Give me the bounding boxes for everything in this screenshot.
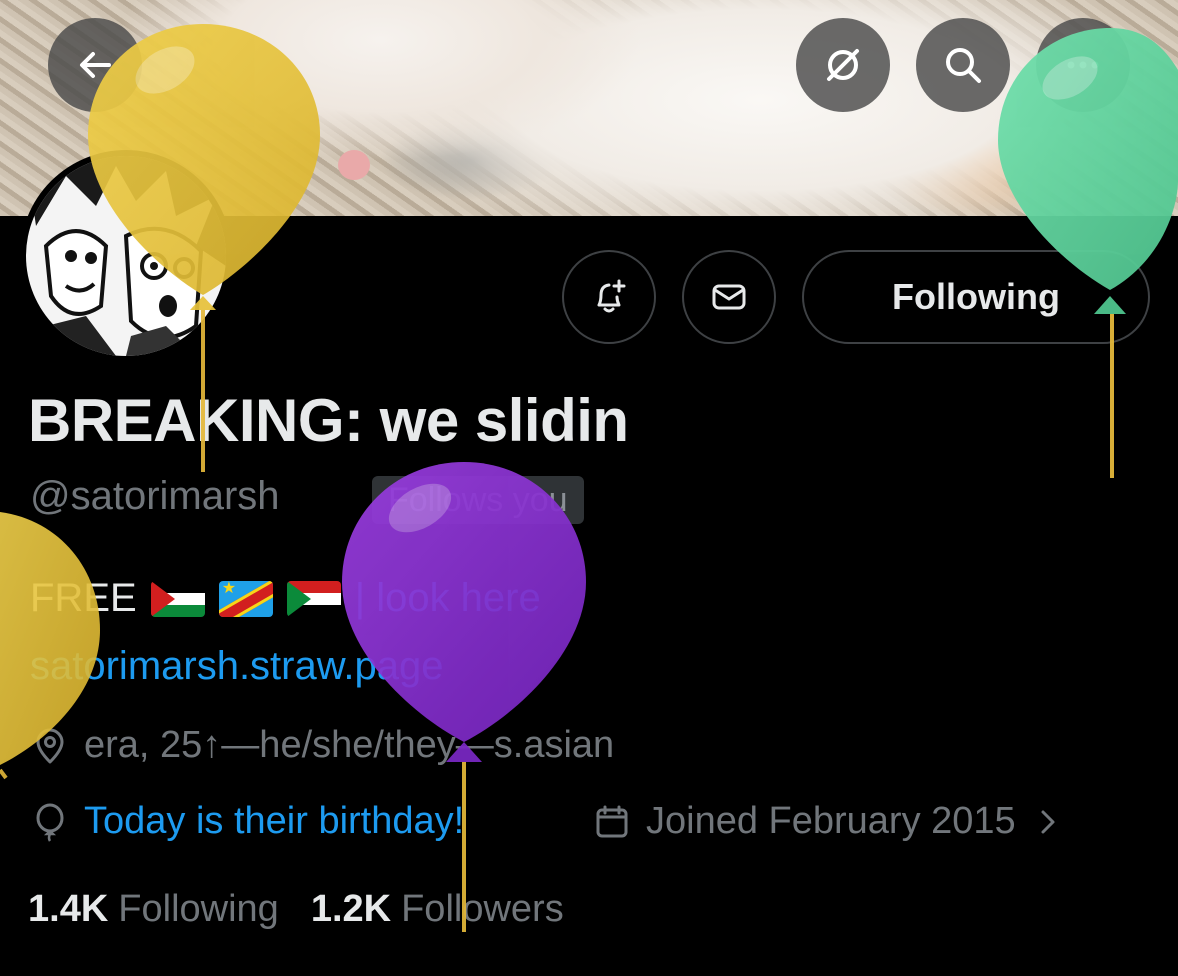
profile-avatar[interactable] xyxy=(20,150,232,362)
message-button[interactable] xyxy=(682,250,776,344)
flag-sudan xyxy=(286,580,341,617)
bell-plus-icon xyxy=(597,279,626,313)
location-pin-icon xyxy=(36,728,64,763)
joined-text: Joined February 2015 xyxy=(646,800,1016,842)
following-count: 1.4K xyxy=(28,888,109,930)
arrow-left-icon xyxy=(80,52,111,78)
location-text: era, 25↑—he/she/they—s.asian xyxy=(84,724,615,766)
balloon-icon xyxy=(36,803,64,842)
joined-row[interactable]: Joined February 2015 xyxy=(592,800,1068,843)
bio-prefix: FREE xyxy=(30,576,137,620)
following-label: Following xyxy=(118,888,279,930)
following-button[interactable]: Following xyxy=(802,250,1150,344)
birthday-text[interactable]: Today is their birthday! xyxy=(84,800,464,843)
handle: @satorimarsh xyxy=(30,474,280,518)
grok-icon xyxy=(827,49,859,81)
banner-cat-nose xyxy=(338,150,370,180)
grok-button[interactable] xyxy=(796,18,890,112)
followers-stat[interactable]: 1.2K Followers xyxy=(311,888,564,931)
bio: FREE | look here xyxy=(30,576,541,621)
birthday-row: Today is their birthday! xyxy=(30,800,464,843)
bio-suffix-link[interactable]: | look here xyxy=(355,576,541,621)
follows-you-badge: Follows you xyxy=(372,476,584,524)
following-stat[interactable]: 1.4K Following xyxy=(28,888,279,931)
website-link[interactable]: satorimarsh.straw.page xyxy=(30,644,444,689)
avatar-manga-illustration xyxy=(26,156,226,356)
more-icon xyxy=(1067,61,1099,69)
balloon-purple xyxy=(342,462,586,932)
more-button[interactable] xyxy=(1036,18,1130,112)
flag-palestine xyxy=(150,580,205,617)
search-icon xyxy=(946,48,981,83)
search-button[interactable] xyxy=(916,18,1010,112)
chevron-right-icon xyxy=(1041,810,1055,833)
notify-button[interactable] xyxy=(562,250,656,344)
display-name: BREAKING: we slidin xyxy=(28,387,629,454)
envelope-icon xyxy=(712,284,746,310)
back-button[interactable] xyxy=(48,18,142,112)
calendar-icon xyxy=(596,805,628,837)
follow-stats: 1.4K Following 1.2K Followers xyxy=(28,888,564,931)
followers-count: 1.2K xyxy=(310,888,392,930)
followers-label: Followers xyxy=(401,888,564,930)
flag-congo xyxy=(218,580,273,617)
location-row: era, 25↑—he/she/they—s.asian xyxy=(30,724,614,767)
